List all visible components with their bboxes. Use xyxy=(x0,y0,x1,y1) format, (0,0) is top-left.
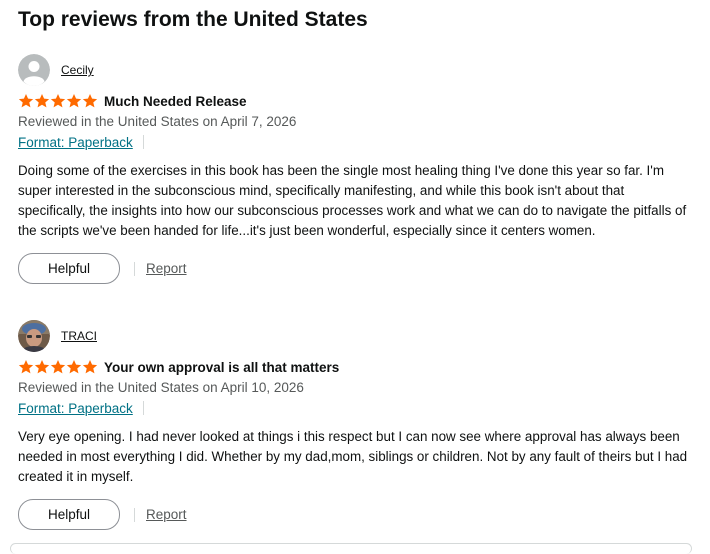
review-date: Reviewed in the United States on April 1… xyxy=(18,380,304,395)
star-icon xyxy=(50,94,66,108)
helpful-button[interactable]: Helpful xyxy=(18,499,120,530)
divider xyxy=(134,507,135,522)
review-body: Doing some of the exercises in this book… xyxy=(18,163,687,238)
report-link[interactable]: Report xyxy=(146,507,187,522)
default-avatar-icon xyxy=(18,54,50,86)
review-rating-title: Your own approval is all that matters xyxy=(18,357,688,377)
review-format-row: Format: Paperback xyxy=(18,133,688,151)
star-icon xyxy=(34,94,50,108)
review-card: Cecily Much Needed Release Reviewed in t… xyxy=(18,54,688,284)
divider xyxy=(134,261,135,276)
review-title[interactable]: Much Needed Release xyxy=(104,94,247,109)
review-card: TRACI Your own approval is all that matt… xyxy=(18,320,688,530)
review-body: Very eye opening. I had never looked at … xyxy=(18,429,688,484)
star-icon xyxy=(66,94,82,108)
star-rating[interactable] xyxy=(18,359,98,375)
star-icon xyxy=(18,360,34,374)
format-link[interactable]: Format: Paperback xyxy=(18,401,133,416)
review-format-row: Format: Paperback xyxy=(18,399,688,417)
section-heading: Top reviews from the United States xyxy=(18,8,368,31)
divider xyxy=(142,401,144,415)
next-card-edge xyxy=(10,543,692,554)
star-icon xyxy=(50,360,66,374)
star-icon xyxy=(34,360,50,374)
reviewer-name[interactable]: TRACI xyxy=(61,329,97,343)
star-icon xyxy=(18,94,34,108)
helpful-button[interactable]: Helpful xyxy=(18,253,120,284)
review-title[interactable]: Your own approval is all that matters xyxy=(104,360,339,375)
review-rating-title: Much Needed Release xyxy=(18,91,688,111)
reviewer-profile[interactable]: Cecily xyxy=(18,54,688,86)
star-rating[interactable] xyxy=(18,93,98,109)
review-date: Reviewed in the United States on April 7… xyxy=(18,114,297,129)
format-link[interactable]: Format: Paperback xyxy=(18,135,133,150)
reviewer-name[interactable]: Cecily xyxy=(61,63,94,77)
reviewer-profile[interactable]: TRACI xyxy=(18,320,688,352)
review-actions: Helpful Report xyxy=(18,253,688,284)
profile-photo-avatar-icon xyxy=(18,320,50,352)
report-link[interactable]: Report xyxy=(146,261,187,276)
star-icon xyxy=(82,94,98,108)
star-icon xyxy=(82,360,98,374)
divider xyxy=(142,135,144,149)
review-actions: Helpful Report xyxy=(18,499,688,530)
star-icon xyxy=(66,360,82,374)
